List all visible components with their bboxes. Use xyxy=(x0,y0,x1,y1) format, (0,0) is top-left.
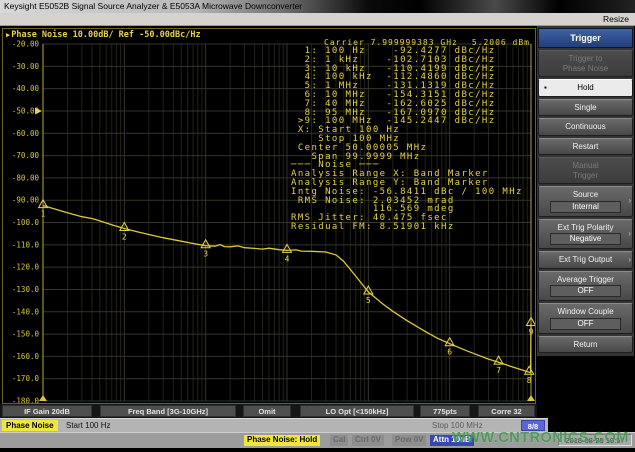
svg-text:9: 9 xyxy=(529,327,534,336)
y-axis-tick: -80.00 xyxy=(12,173,40,182)
y-axis-tick: -40.00 xyxy=(12,84,40,93)
softkey-label: Source xyxy=(541,190,630,200)
status-segment-freq-band-3g-10ghz: Freq Band [3G-10GHz] xyxy=(100,405,236,417)
submenu-arrow-icon: › xyxy=(628,196,631,205)
svg-text:2: 2 xyxy=(122,233,127,242)
y-axis-tick: -110.0 xyxy=(12,240,40,249)
softkey-label: Ext Trig Polarity xyxy=(541,223,630,233)
softkey-label: Trigger to xyxy=(541,54,630,64)
status-segment-lo-opt-150khz: LO Opt [<150kHz] xyxy=(300,405,414,417)
trigger-state-badge: Phase Noise: Hold xyxy=(244,435,320,446)
resize-menu-item[interactable]: Resize xyxy=(603,14,629,24)
softkey-label: Return xyxy=(541,340,630,350)
status-segment-775pts: 775pts xyxy=(420,405,470,417)
softkey-hold[interactable]: ▪Hold xyxy=(538,79,633,97)
cal-indicator: Cal xyxy=(330,435,348,446)
y-axis-tick: -60.00 xyxy=(12,129,40,138)
softkey-ext-trig-output[interactable]: Ext Trig Output› xyxy=(538,251,633,269)
softkey-single[interactable]: Single xyxy=(538,99,633,117)
softkey-label: Restart xyxy=(541,142,630,152)
softkey-label: Phase Noise xyxy=(541,64,630,74)
sweep-stop-label: Stop 100 MHz xyxy=(432,421,483,430)
softkey-label: Hold xyxy=(541,83,630,93)
status-segment-corre-32: Corre 32 xyxy=(478,405,535,417)
measurement-mode-badge[interactable]: Phase Noise xyxy=(2,420,58,431)
trace-marker-8[interactable]: 8 xyxy=(525,366,534,385)
y-axis-tick: -140.0 xyxy=(12,307,40,316)
phase-noise-trace-window[interactable]: -20.00-30.00-40.00-50.00-60.00-70.00-80.… xyxy=(2,28,536,404)
svg-text:3: 3 xyxy=(203,250,208,259)
softkey-window-couple[interactable]: Window CoupleOFF xyxy=(538,303,633,334)
submenu-arrow-icon: › xyxy=(628,255,631,264)
y-axis-tick: -120.0 xyxy=(12,263,40,272)
marker-info-readout: 1: 100 Hz -92.4277 dBc/Hz 2: 1 kHz -102.… xyxy=(291,47,523,232)
instrument-screen: -20.00-30.00-40.00-50.00-60.00-70.00-80.… xyxy=(0,26,635,452)
trace-header: ▶Phase Noise 10.00dB/ Ref -50.00dBc/Hz xyxy=(6,30,201,40)
y-axis-tick: -170.0 xyxy=(12,374,40,383)
watermark: www.cntronics.com xyxy=(452,430,629,446)
softkey-trigger-to-phase-noise: Trigger toPhase Noise xyxy=(538,50,633,77)
svg-text:4: 4 xyxy=(285,254,290,263)
window-title: Keysight E5052B Signal Source Analyzer &… xyxy=(4,1,302,11)
sweep-start-label: Start 100 Hz xyxy=(66,421,110,430)
y-axis-tick: -180.0 xyxy=(12,397,40,404)
y-axis-tick: -160.0 xyxy=(12,352,40,361)
softkey-value: Negative xyxy=(550,233,621,245)
trace-scale-label: Phase Noise 10.00dB/ Ref -50.00dBc/Hz xyxy=(11,30,200,40)
softkey-return[interactable]: Return xyxy=(538,336,633,354)
svg-text:6: 6 xyxy=(447,348,452,357)
window-titlebar[interactable]: Keysight E5052B Signal Source Analyzer &… xyxy=(0,0,635,13)
y-axis-tick: -100.0 xyxy=(12,218,40,227)
svg-text:8: 8 xyxy=(527,376,532,385)
selected-bullet-icon: ▪ xyxy=(544,83,547,92)
softkey-source[interactable]: SourceInternal › xyxy=(538,186,633,217)
submenu-arrow-icon: › xyxy=(628,229,631,238)
softkey-continuous[interactable]: Continuous xyxy=(538,118,633,136)
softkey-label: Trigger xyxy=(541,171,630,181)
active-trace-icon: ▶ xyxy=(6,31,10,39)
softkey-manual-trigger: ManualTrigger xyxy=(538,157,633,184)
window-menubar: Resize xyxy=(0,13,635,26)
softkey-label: Window Couple xyxy=(541,307,630,317)
measurement-status-bar: IF Gain 20dB Freq Band [3G-10GHz] Omit LO O… xyxy=(0,404,537,418)
status-segment-omit: Omit xyxy=(243,405,291,417)
y-axis-tick: -70.00 xyxy=(12,151,40,160)
power-voltage-indicator: Pow 0V xyxy=(392,435,426,446)
softkey-ext-trig-polarity[interactable]: Ext Trig PolarityNegative › xyxy=(538,219,633,250)
softkey-label: Single xyxy=(541,103,630,113)
softkey-menu: Trigger Trigger toPhase Noise ▪Hold Single… xyxy=(537,26,634,356)
softkey-value: Internal xyxy=(550,201,621,213)
softkey-restart[interactable]: Restart xyxy=(538,138,633,156)
softkey-value: OFF xyxy=(550,285,621,297)
softkey-value: OFF xyxy=(550,318,621,330)
softkey-label: Average Trigger xyxy=(541,275,630,285)
ctrl-voltage-indicator: Ctrl 0V xyxy=(352,435,384,446)
y-axis-tick: -150.0 xyxy=(12,330,40,339)
y-axis-tick: -130.0 xyxy=(12,285,40,294)
softkey-menu-title: Trigger xyxy=(538,28,633,48)
y-axis-tick: -20.00 xyxy=(12,40,40,49)
status-segment-if-gain-20db: IF Gain 20dB xyxy=(2,405,92,417)
svg-text:1: 1 xyxy=(41,210,46,219)
softkey-column: Trigger Trigger toPhase Noise ▪Hold Single… xyxy=(537,26,635,452)
svg-text:7: 7 xyxy=(496,366,501,375)
softkey-label: Manual xyxy=(541,161,630,171)
softkey-label: Continuous xyxy=(541,122,630,132)
y-axis-tick: -90.00 xyxy=(12,196,40,205)
svg-text:5: 5 xyxy=(366,296,371,305)
softkey-average-trigger[interactable]: Average TriggerOFF xyxy=(538,271,633,302)
softkey-label: Ext Trig Output xyxy=(541,255,630,265)
y-axis-tick: -30.00 xyxy=(12,62,40,71)
